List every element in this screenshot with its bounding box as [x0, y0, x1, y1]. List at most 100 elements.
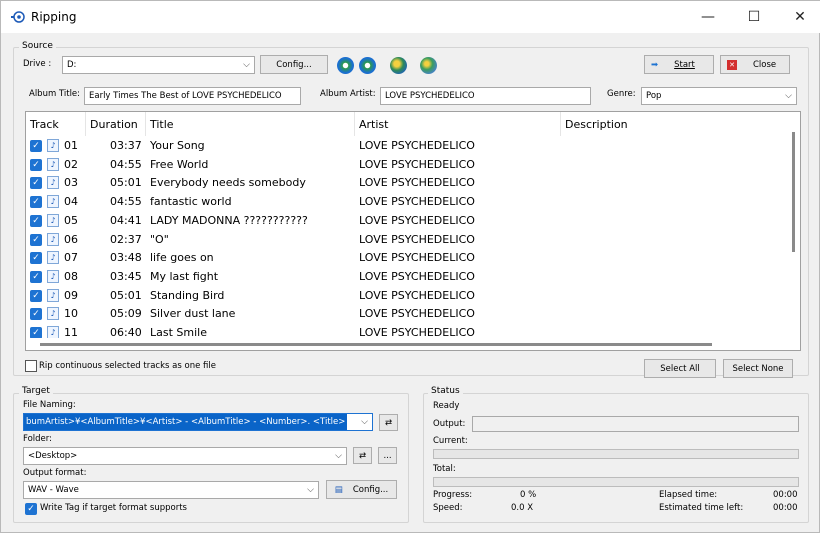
- music-note-icon: ♪: [47, 139, 59, 152]
- minimize-button[interactable]: —: [685, 1, 731, 33]
- status-group-label: Status: [428, 386, 463, 396]
- table-row[interactable]: ✓ ♪ 07 03:48 life goes on LOVE PSYCHEDELICO: [26, 249, 786, 268]
- select-all-button[interactable]: Select All: [644, 359, 716, 378]
- table-row[interactable]: ✓ ♪ 09 05:01 Standing Bird LOVE PSYCHEDELICO: [26, 287, 786, 306]
- start-label: Start: [674, 59, 695, 70]
- table-row[interactable]: ✓ ♪ 01 03:37 Your Song LOVE PSYCHEDELICO: [26, 137, 786, 156]
- vertical-scroll-thumb[interactable]: [792, 132, 795, 252]
- table-row[interactable]: ✓ ♪ 02 04:55 Free World LOVE PSYCHEDELICO: [26, 156, 786, 175]
- track-number: 09: [64, 288, 78, 302]
- close-window-button[interactable]: ✕: [777, 1, 820, 33]
- speed-value: 0.0 X: [511, 503, 534, 513]
- progress-value: 0 %: [520, 490, 537, 500]
- rip-continuous-checkbox[interactable]: [25, 360, 37, 372]
- table-row[interactable]: ✓ ♪ 05 04:41 LADY MADONNA ??????????? LOVE PS…: [26, 212, 786, 231]
- write-tag-checkbox[interactable]: ✓: [25, 503, 37, 515]
- select-none-button[interactable]: Select None: [723, 359, 793, 378]
- music-note-icon: ♪: [47, 213, 59, 227]
- source-group-label: Source: [19, 41, 56, 51]
- format-config-button[interactable]: ▤ Config...: [326, 480, 397, 499]
- track-artist: LOVE PSYCHEDELICO: [359, 269, 475, 283]
- column-header-duration[interactable]: Duration: [86, 112, 146, 136]
- track-title: "O": [150, 232, 169, 246]
- cd-eject-icon[interactable]: [359, 57, 376, 74]
- file-naming-label: File Naming:: [23, 400, 76, 410]
- genre-label: Genre:: [607, 89, 636, 99]
- table-row[interactable]: ✓ ♪ 03 05:01 Everybody needs somebody LOVE PS…: [26, 174, 786, 193]
- track-duration: 02:37: [110, 232, 142, 246]
- file-naming-select[interactable]: bumArtist>¥<AlbumTitle>¥<Artist> - <Albu…: [23, 413, 373, 431]
- chevron-down-icon: ⌵: [243, 60, 250, 70]
- track-checkbox[interactable]: ✓: [30, 177, 42, 190]
- track-checkbox[interactable]: ✓: [30, 158, 42, 171]
- track-artist: LOVE PSYCHEDELICO: [359, 213, 475, 227]
- naming-swap-button[interactable]: ⇄: [379, 414, 398, 431]
- format-config-label: Config...: [352, 484, 389, 495]
- genre-select[interactable]: Pop ⌵: [641, 87, 797, 105]
- track-artist: LOVE PSYCHEDELICO: [359, 176, 475, 190]
- column-header-artist[interactable]: Artist: [355, 112, 561, 136]
- track-duration: 05:01: [110, 288, 142, 302]
- folder-browse-button[interactable]: ...: [378, 447, 397, 464]
- track-checkbox[interactable]: ✓: [30, 214, 42, 227]
- rip-continuous-label: Rip continuous selected tracks as one fi…: [39, 361, 216, 371]
- table-row[interactable]: ✓ ♪ 10 05:09 Silver dust lane LOVE PSYCHEDELI…: [26, 305, 786, 324]
- column-header-description[interactable]: Description: [561, 112, 786, 136]
- maximize-button[interactable]: ☐: [731, 1, 777, 33]
- arrow-right-icon: ➡: [651, 59, 659, 70]
- track-title: Standing Bird: [150, 288, 225, 302]
- column-header-track[interactable]: Track: [26, 112, 86, 136]
- track-number: 02: [64, 157, 78, 171]
- track-checkbox[interactable]: ✓: [30, 308, 42, 321]
- globe-lookup-icon[interactable]: [390, 57, 407, 74]
- track-number: 05: [64, 213, 78, 227]
- table-row[interactable]: ✓ ♪ 08 03:45 My last fight LOVE PSYCHEDELICO: [26, 268, 786, 287]
- track-checkbox[interactable]: ✓: [30, 270, 42, 283]
- album-artist-label: Album Artist:: [320, 89, 376, 99]
- album-title-field[interactable]: Early Times The Best of LOVE PSYCHEDELIC…: [84, 87, 301, 105]
- folder-select[interactable]: <Desktop> ⌵: [23, 447, 347, 465]
- track-list[interactable]: Track Duration Title Artist Description …: [25, 111, 801, 351]
- track-artist: LOVE PSYCHEDELICO: [359, 139, 475, 152]
- cd-refresh-icon[interactable]: [337, 57, 354, 74]
- globe-submit-icon[interactable]: [420, 57, 437, 74]
- total-label: Total:: [433, 464, 456, 474]
- track-checkbox[interactable]: ✓: [30, 140, 42, 152]
- track-artist: LOVE PSYCHEDELICO: [359, 157, 475, 171]
- track-artist: LOVE PSYCHEDELICO: [359, 195, 475, 209]
- table-row[interactable]: ✓ ♪ 04 04:55 fantastic world LOVE PSYCHEDELIC…: [26, 193, 786, 212]
- track-checkbox[interactable]: ✓: [30, 233, 42, 246]
- track-artist: LOVE PSYCHEDELICO: [359, 251, 475, 265]
- track-checkbox[interactable]: ✓: [30, 252, 42, 265]
- start-button[interactable]: ➡ Start: [644, 55, 714, 74]
- window-title: Ripping: [31, 10, 77, 24]
- track-checkbox[interactable]: ✓: [30, 196, 42, 209]
- folder-swap-button[interactable]: ⇄: [353, 447, 372, 464]
- horizontal-scroll-thumb[interactable]: [40, 343, 712, 346]
- track-number: 04: [64, 195, 78, 209]
- status-state: Ready: [433, 401, 460, 411]
- track-checkbox[interactable]: ✓: [30, 289, 42, 302]
- close-button[interactable]: ✕ Close: [720, 55, 790, 74]
- column-header-title[interactable]: Title: [146, 112, 355, 136]
- estimated-label: Estimated time left:: [659, 503, 744, 513]
- album-artist-field[interactable]: LOVE PSYCHEDELICO: [380, 87, 591, 105]
- table-row[interactable]: ✓ ♪ 06 02:37 "O" LOVE PSYCHEDELICO: [26, 231, 786, 250]
- track-number: 08: [64, 269, 78, 283]
- vertical-scrollbar[interactable]: [784, 112, 800, 340]
- drive-select[interactable]: D: ⌵: [62, 56, 255, 74]
- total-progress-bar: [433, 477, 799, 487]
- swap-icon: ⇄: [384, 417, 393, 428]
- elapsed-value: 00:00: [773, 490, 798, 500]
- output-format-value: WAV - Wave: [28, 485, 79, 495]
- drive-config-button[interactable]: Config...: [260, 55, 328, 74]
- music-note-icon: ♪: [47, 307, 59, 321]
- music-note-icon: ♪: [47, 288, 59, 302]
- track-duration: 03:45: [110, 269, 142, 283]
- track-title: fantastic world: [150, 195, 232, 209]
- output-format-select[interactable]: WAV - Wave ⌵: [23, 481, 319, 499]
- drive-value: D:: [67, 60, 77, 70]
- horizontal-scrollbar[interactable]: [26, 338, 786, 350]
- track-duration: 03:37: [110, 139, 142, 152]
- music-note-icon: ♪: [47, 251, 59, 265]
